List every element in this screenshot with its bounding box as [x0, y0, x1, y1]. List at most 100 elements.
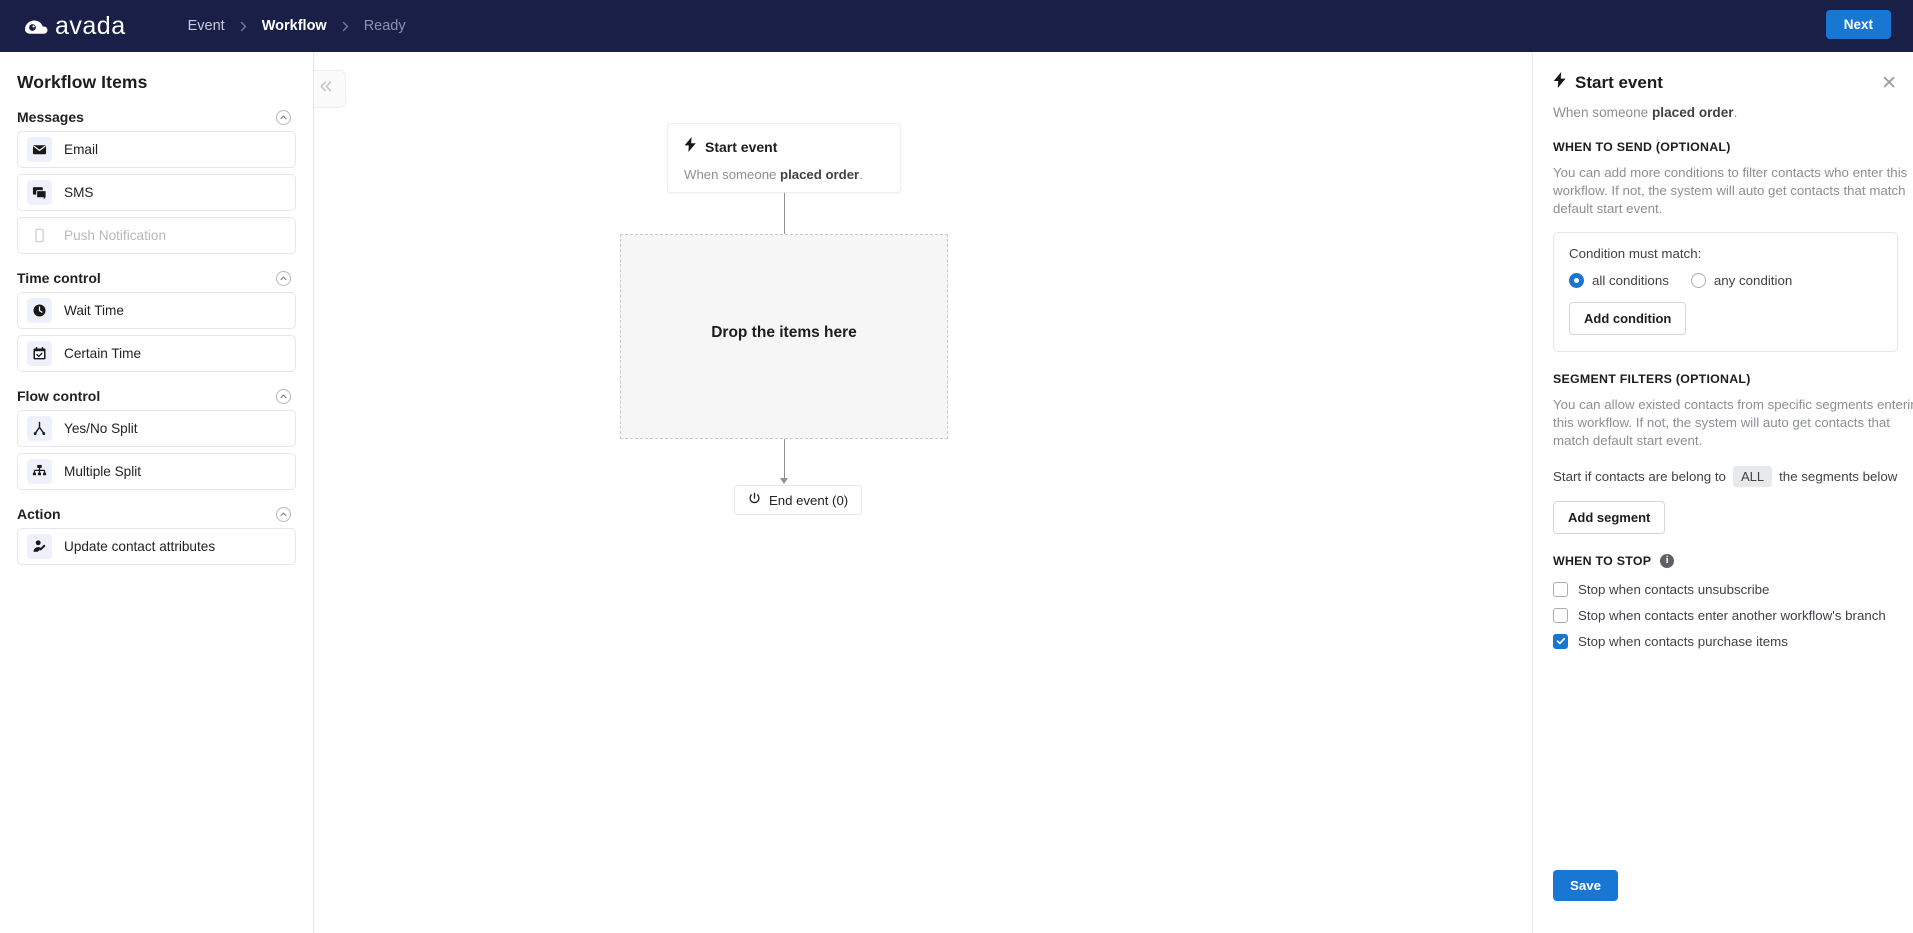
edge-dropzone-to-end — [784, 439, 785, 479]
sidebar-item-label-yes-no-split: Yes/No Split — [64, 421, 138, 436]
sidebar-collapse-button[interactable] — [314, 70, 346, 108]
checkbox-label-stop-purchase-items: Stop when contacts purchase items — [1578, 633, 1788, 649]
mobile-phone-icon — [27, 223, 52, 248]
radio-icon-all-conditions — [1569, 272, 1584, 288]
checkbox-icon-stop-purchase-items — [1553, 633, 1568, 649]
checkbox-label-stop-unsubscribe: Stop when contacts unsubscribe — [1578, 581, 1770, 597]
condition-radio-group: all conditions any condition — [1569, 272, 1882, 288]
collapse-action-chevron-up-icon[interactable] — [276, 506, 291, 522]
end-event-node[interactable]: End event (0) — [734, 485, 863, 515]
segment-match-type-pill[interactable]: ALL — [1732, 465, 1773, 487]
sidebar-group-header-action: Action — [17, 506, 291, 522]
sidebar-item-multiple-split[interactable]: Multiple Split — [17, 453, 296, 490]
panel-subtitle-prefix: When someone — [1553, 105, 1652, 120]
workflow-flow: Start event When someone placed order. D… — [314, 52, 1532, 933]
drop-zone-label: Drop the items here — [711, 324, 857, 341]
top-bar: avada Event Workflow Ready Next — [0, 0, 1913, 52]
breadcrumb-chevron-right-icon — [238, 21, 249, 32]
power-icon — [748, 492, 761, 508]
collapse-messages-chevron-up-icon[interactable] — [276, 109, 291, 125]
clock-icon — [27, 298, 52, 323]
next-button[interactable]: Next — [1825, 10, 1891, 39]
branch-split-icon — [27, 416, 52, 441]
segment-filters-label: SEGMENT FILTERS (OPTIONAL) — [1553, 371, 1751, 386]
radio-option-all-conditions[interactable]: all conditions — [1569, 272, 1669, 288]
sidebar-item-label-push-notification: Push Notification — [64, 228, 167, 243]
sidebar-group-header-flow-control: Flow control — [17, 388, 291, 404]
hierarchy-split-icon — [27, 459, 52, 484]
start-subtitle-suffix: . — [859, 167, 863, 182]
sidebar-item-update-contact-attributes[interactable]: Update contact attributes — [17, 528, 296, 565]
info-icon[interactable]: i — [1660, 553, 1675, 568]
envelope-icon — [27, 137, 52, 162]
start-event-node-subtitle: When someone placed order. — [684, 167, 884, 182]
panel-header: Start event — [1553, 72, 1913, 93]
group-label-messages: Messages — [17, 109, 84, 125]
breadcrumb-chevron-right-icon-2 — [340, 21, 351, 32]
checkbox-icon-stop-another-branch — [1553, 607, 1568, 623]
double-chevron-left-icon — [318, 80, 334, 98]
start-event-node[interactable]: Start event When someone placed order. — [667, 123, 901, 193]
checkbox-row-stop-another-branch[interactable]: Stop when contacts enter another workflo… — [1553, 607, 1913, 623]
brand-name: avada — [55, 11, 126, 40]
sidebar-item-label-email: Email — [64, 142, 98, 157]
add-condition-button[interactable]: Add condition — [1569, 301, 1687, 335]
user-edit-icon — [27, 534, 52, 559]
sidebar-item-email[interactable]: Email — [17, 131, 296, 168]
group-label-action: Action — [17, 506, 61, 522]
segment-sentence-suffix: the segments below — [1779, 468, 1898, 484]
when-to-stop-text: WHEN TO STOP — [1553, 553, 1652, 568]
sidebar-group-header-time-control: Time control — [17, 270, 291, 286]
condition-must-match-label: Condition must match: — [1569, 245, 1702, 261]
end-event-node-label: End event (0) — [769, 492, 849, 508]
checkbox-label-stop-another-branch: Stop when contacts enter another workflo… — [1578, 607, 1886, 623]
edge-arrow-head — [779, 478, 788, 484]
panel-title: Start event — [1575, 72, 1663, 92]
chat-bubbles-icon — [27, 180, 52, 205]
when-to-stop-label: WHEN TO STOP i — [1553, 553, 1913, 568]
radio-icon-any-condition — [1690, 272, 1706, 288]
group-label-flow-control: Flow control — [17, 388, 101, 404]
breadcrumb-item-ready: Ready — [363, 18, 406, 34]
sidebar-item-certain-time[interactable]: Certain Time — [17, 335, 296, 372]
panel-subtitle: When someone placed order. — [1553, 105, 1913, 120]
start-event-node-header: Start event — [684, 137, 884, 157]
sidebar-item-yes-no-split[interactable]: Yes/No Split — [17, 410, 296, 447]
start-subtitle-prefix: When someone — [684, 167, 781, 182]
checkbox-row-stop-unsubscribe[interactable]: Stop when contacts unsubscribe — [1553, 581, 1913, 597]
checkbox-row-stop-purchase-items[interactable]: Stop when contacts purchase items — [1553, 633, 1913, 649]
sidebar-item-label-sms: SMS — [64, 185, 94, 200]
start-event-settings-panel: Start event ✕ When someone placed order.… — [1532, 52, 1913, 933]
panel-subtitle-suffix: . — [1733, 105, 1738, 120]
drop-zone[interactable]: Drop the items here — [620, 234, 948, 439]
start-subtitle-bold: placed order — [780, 167, 860, 182]
collapse-time-control-chevron-up-icon[interactable] — [276, 270, 291, 286]
breadcrumb-item-event[interactable]: Event — [188, 18, 225, 34]
breadcrumb-item-workflow[interactable]: Workflow — [262, 18, 327, 34]
edge-start-to-dropzone — [784, 193, 785, 234]
radio-option-any-condition[interactable]: any condition — [1690, 272, 1792, 288]
panel-subtitle-bold: placed order — [1652, 105, 1734, 120]
calendar-check-icon — [27, 341, 52, 366]
sidebar-group-header-messages: Messages — [17, 109, 291, 125]
checkbox-icon-stop-unsubscribe — [1553, 581, 1568, 597]
save-button[interactable]: Save — [1553, 870, 1619, 901]
segment-sentence-prefix: Start if contacts are belong to — [1553, 468, 1726, 484]
sidebar-item-label-update-contact-attributes: Update contact attributes — [64, 539, 216, 554]
avada-cloud-logo-icon — [22, 13, 48, 39]
radio-label-all-conditions: all conditions — [1592, 272, 1669, 288]
sidebar-item-sms[interactable]: SMS — [17, 174, 296, 211]
sidebar-item-push-notification: Push Notification — [17, 217, 296, 254]
group-label-time-control: Time control — [17, 270, 101, 286]
workflow-canvas[interactable]: Start event When someone placed order. D… — [314, 52, 1532, 933]
sidebar-item-label-certain-time: Certain Time — [64, 346, 142, 361]
when-to-send-description: You can add more conditions to filter co… — [1553, 165, 1908, 216]
lightning-bolt-icon — [684, 137, 697, 157]
brand-logo[interactable]: avada — [22, 12, 126, 41]
sidebar-item-label-wait-time: Wait Time — [64, 303, 124, 318]
close-icon[interactable]: ✕ — [1881, 74, 1897, 93]
add-segment-button[interactable]: Add segment — [1553, 500, 1666, 534]
workflow-items-sidebar: Workflow Items Messages Email SMS Push N… — [0, 52, 314, 933]
collapse-flow-control-chevron-up-icon[interactable] — [276, 388, 291, 404]
sidebar-item-wait-time[interactable]: Wait Time — [17, 292, 296, 329]
